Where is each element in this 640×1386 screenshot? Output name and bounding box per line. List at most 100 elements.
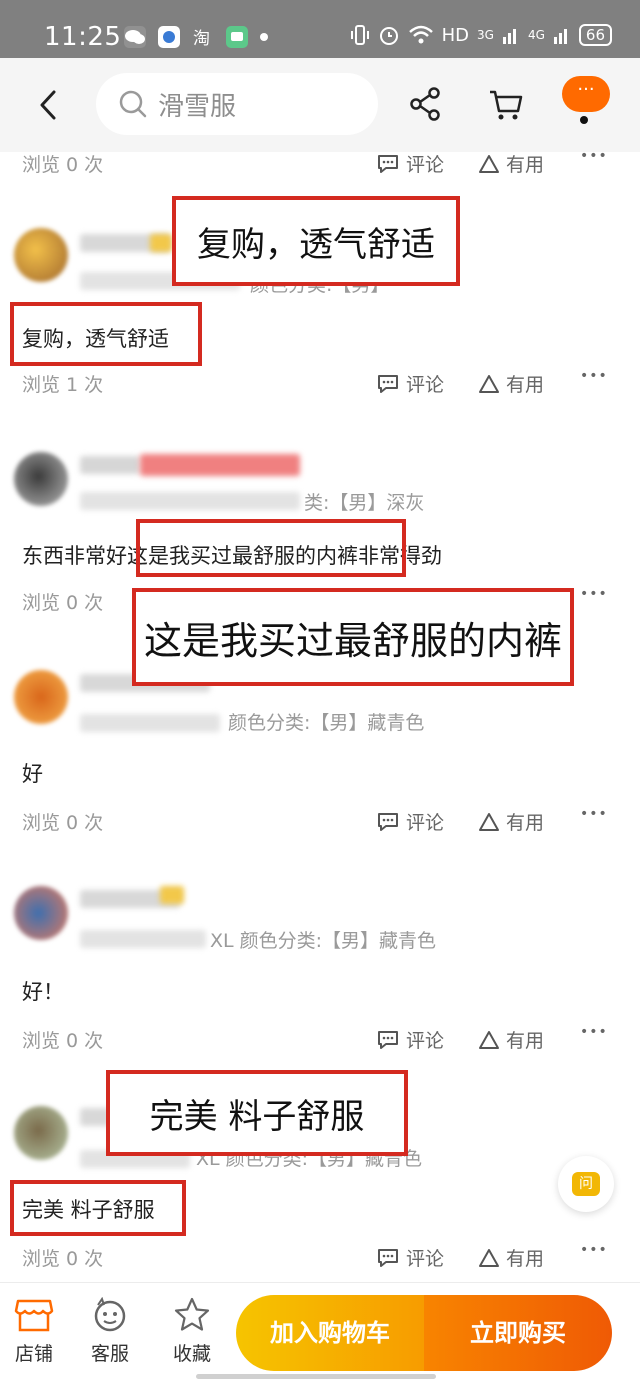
status-bar: 11:25 淘 HD 3G 4G 66 [0,0,640,58]
annotation-callout: 完美 料子舒服 [106,1070,408,1156]
customer-service-label: 客服 [90,1343,129,1365]
ask-question-button[interactable]: 问 [558,1156,614,1212]
home-indicator [196,1374,436,1379]
avatar [14,228,68,282]
useful-button[interactable]: 有用 [478,1244,544,1271]
comment-icon [378,812,398,831]
thumb-up-icon [479,374,499,393]
signal-4g-label: 4G [527,28,545,42]
thumb-up-icon [479,154,499,173]
annotation-callout: 这是我买过最舒服的内裤 [132,588,574,686]
comment-label: 评论 [406,154,445,176]
purchase-info-text: XL 颜色分类:【男】藏青色 [210,930,437,952]
battery-indicator: 66 [578,24,612,46]
more-options-button[interactable]: ••• [580,586,608,602]
signal-icon [553,29,567,44]
review-item: XL 颜色分类:【男】藏青色 好！ 浏览 0 次 评论 有用 ••• [0,846,640,1064]
top-nav-bar: 滑雪服 ··· [0,58,640,152]
useful-label: 有用 [506,812,545,834]
purchase-info [80,492,300,510]
more-options-button[interactable]: ••• [580,368,608,384]
cart-icon [490,90,523,120]
notification-dot [260,33,268,41]
comment-icon [378,154,398,173]
favorite-label: 收藏 [172,1343,211,1365]
back-arrow-icon [40,90,56,120]
cart-button[interactable] [484,82,528,126]
purchase-info [80,714,220,732]
view-count: 浏览 0 次 [22,154,104,176]
comment-icon [378,374,398,393]
view-count: 浏览 0 次 [22,592,104,614]
back-button[interactable] [28,82,68,128]
useful-label: 有用 [506,1030,545,1052]
avatar [14,452,68,506]
reviewer-badge [160,886,184,904]
comment-button[interactable]: 评论 [376,1026,444,1053]
more-options-button[interactable]: ••• [580,1242,608,1258]
ask-icon: 问 [572,1172,600,1196]
wifi-icon [408,25,433,44]
view-count: 浏览 0 次 [22,1030,104,1052]
thumb-up-icon [479,1248,499,1267]
status-time: 11:25 [44,22,122,52]
avatar [14,670,68,724]
thumb-up-icon [479,1030,499,1049]
useful-button[interactable]: 有用 [478,808,544,835]
purchase-info [80,930,206,948]
more-menu-button[interactable]: ··· [562,76,610,112]
view-count: 浏览 0 次 [22,1248,104,1270]
more-options-button[interactable]: ••• [580,806,608,822]
add-to-cart-button[interactable]: 加入购物车 [236,1295,424,1371]
comment-label: 评论 [406,374,445,396]
avatar [14,1106,68,1160]
comment-icon [378,1030,398,1049]
more-menu-badge [580,116,588,124]
message-app-icon [226,26,248,48]
more-options-button[interactable]: ••• [580,148,608,164]
review-text-part: 东西非常好 [22,544,127,568]
reviewer-nickname [140,454,300,476]
signal-3g-label: 3G [477,28,494,42]
status-indicators: HD 3G 4G 66 [350,24,612,46]
useful-button[interactable]: 有用 [478,370,544,397]
share-button[interactable] [404,82,448,126]
shop-button[interactable]: 店铺 [4,1297,64,1366]
comment-label: 评论 [406,1030,445,1052]
search-bar[interactable]: 滑雪服 [96,73,378,135]
view-count: 浏览 1 次 [22,374,104,396]
customer-service-icon [94,1297,126,1332]
buy-now-button[interactable]: 立即购买 [424,1295,612,1371]
shop-icon [14,1299,54,1332]
comment-button[interactable]: 评论 [376,370,444,397]
reviewer-badge [150,234,172,252]
favorite-button[interactable]: 收藏 [162,1297,222,1366]
vibrate-icon [350,25,369,45]
useful-button[interactable]: 有用 [478,1026,544,1053]
bottom-action-bar: 店铺 客服 收藏 加入购物车 立即购买 [0,1282,640,1386]
customer-service-button[interactable]: 客服 [80,1297,140,1366]
search-placeholder: 滑雪服 [158,91,237,122]
comment-button[interactable]: 评论 [376,150,444,177]
comment-button[interactable]: 评论 [376,1244,444,1271]
review-item: 浏览 0 次 评论 有用 ••• [0,148,640,190]
comment-label: 评论 [406,1248,445,1270]
annotation-callout: 复购，透气舒适 [172,196,460,286]
alarm-icon [379,27,398,45]
comment-icon [378,1248,398,1267]
comment-label: 评论 [406,812,445,834]
signal-icon [502,29,516,44]
hd-label: HD [441,24,470,46]
star-icon [174,1297,210,1331]
avatar [14,886,68,940]
purchase-info-text: 类:【男】深灰 [304,492,425,514]
comment-button[interactable]: 评论 [376,808,444,835]
annotation-highlight [10,1180,186,1236]
view-count: 浏览 0 次 [22,812,104,834]
search-icon [119,90,147,118]
shop-label: 店铺 [14,1343,53,1365]
annotation-highlight [10,302,202,366]
taobao-icon: 淘 [192,26,214,49]
useful-button[interactable]: 有用 [478,150,544,177]
more-options-button[interactable]: ••• [580,1024,608,1040]
